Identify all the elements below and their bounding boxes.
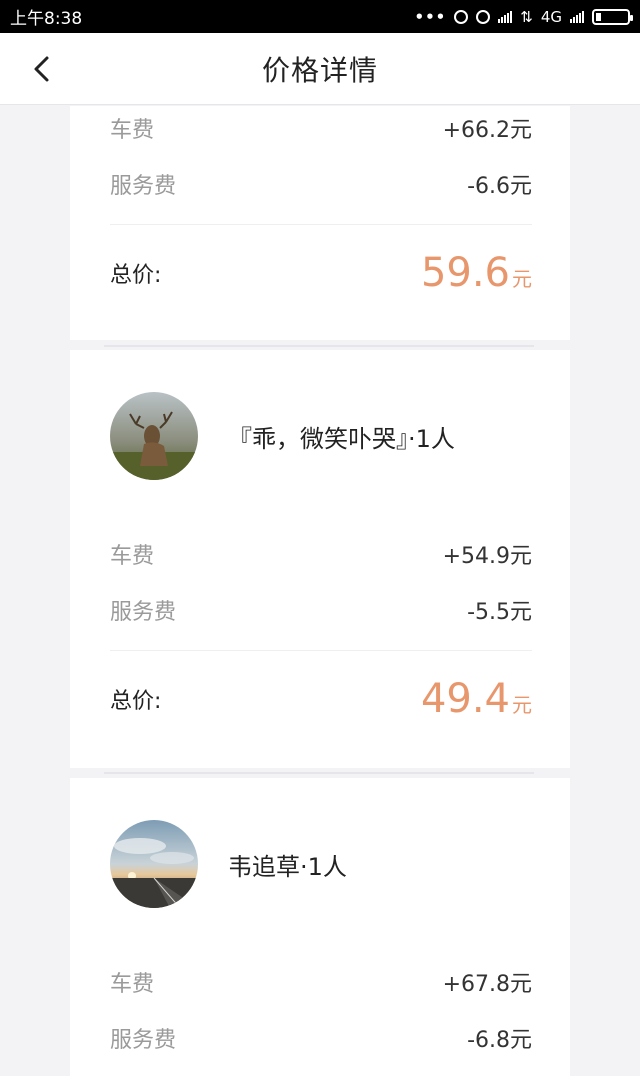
- fare-label: 车费: [110, 544, 155, 569]
- total-label: 总价:: [110, 263, 162, 288]
- nav-bar: 价格详情: [0, 33, 640, 105]
- passenger-name: 韦追草·1人: [228, 852, 347, 881]
- service-fee-amount: -6.6元: [467, 174, 532, 199]
- fare-label: 车费: [110, 972, 155, 997]
- total-amount: 49.4: [420, 676, 510, 722]
- total-unit: 元: [512, 267, 532, 291]
- signal-icon-2: [570, 10, 584, 23]
- total-row: 总价: 49.4 元: [110, 669, 532, 729]
- status-icons: ••• ⇅ 4G: [414, 7, 633, 26]
- battery-icon: [592, 8, 633, 25]
- service-fee-row: 服务费 -6.6元: [110, 164, 532, 204]
- status-time: 上午8:38: [10, 9, 83, 29]
- signal-icon: [498, 10, 513, 23]
- sync-icon: [454, 9, 469, 24]
- card-separator: [104, 345, 534, 347]
- fare-label: 车费: [110, 118, 155, 143]
- fare-row: 车费 +67.8元: [110, 962, 532, 1002]
- page-title: 价格详情: [261, 53, 378, 87]
- card-separator: [104, 772, 534, 774]
- more-dots-icon: •••: [414, 7, 447, 26]
- fare-row: 车费 +66.2元: [110, 108, 532, 148]
- total-label: 总价:: [110, 689, 162, 714]
- alarm-icon: [476, 9, 491, 24]
- total-price: 59.6 元: [421, 250, 532, 296]
- fare-row: 车费 +54.9元: [110, 534, 532, 574]
- fare-amount: +67.8元: [442, 972, 532, 997]
- fare-amount: +66.2元: [442, 118, 532, 143]
- total-row: 总价: 59.6 元: [110, 243, 532, 303]
- data-arrows-icon: ⇅: [520, 7, 533, 26]
- service-fee-label: 服务费: [110, 1028, 177, 1053]
- price-card-2: 『乖，微笑卟哭』·1人 车费 +54.9元 服务费 -5.5元 总价: 49.4…: [70, 350, 570, 768]
- service-fee-label: 服务费: [110, 600, 177, 625]
- status-bar: 上午8:38 ••• ⇅ 4G: [0, 0, 640, 33]
- total-unit: 元: [512, 693, 532, 717]
- road-sunset-avatar: [110, 820, 198, 908]
- passenger-name: 『乖，微笑卟哭』·1人: [228, 424, 455, 453]
- price-card-1: 车费 +66.2元 服务费 -6.6元 总价: 59.6 元: [70, 106, 570, 340]
- service-fee-amount: -5.5元: [467, 600, 532, 625]
- fare-amount: +54.9元: [442, 544, 532, 569]
- avatar: [110, 820, 198, 908]
- network-type: 4G: [540, 7, 562, 26]
- service-fee-amount: -6.8元: [467, 1028, 532, 1053]
- chevron-left-icon: [34, 56, 49, 82]
- back-button[interactable]: [24, 51, 60, 87]
- avatar: [110, 392, 198, 480]
- divider: [110, 650, 532, 651]
- divider: [110, 224, 532, 225]
- price-card-3: 韦追草·1人 车费 +67.8元 服务费 -6.8元: [70, 778, 570, 1076]
- total-amount: 59.6: [420, 250, 510, 296]
- service-fee-row: 服务费 -5.5元: [110, 590, 532, 630]
- service-fee-label: 服务费: [110, 174, 177, 199]
- total-price: 49.4 元: [421, 676, 532, 722]
- service-fee-row: 服务费 -6.8元: [110, 1018, 532, 1058]
- deer-avatar: [110, 392, 198, 480]
